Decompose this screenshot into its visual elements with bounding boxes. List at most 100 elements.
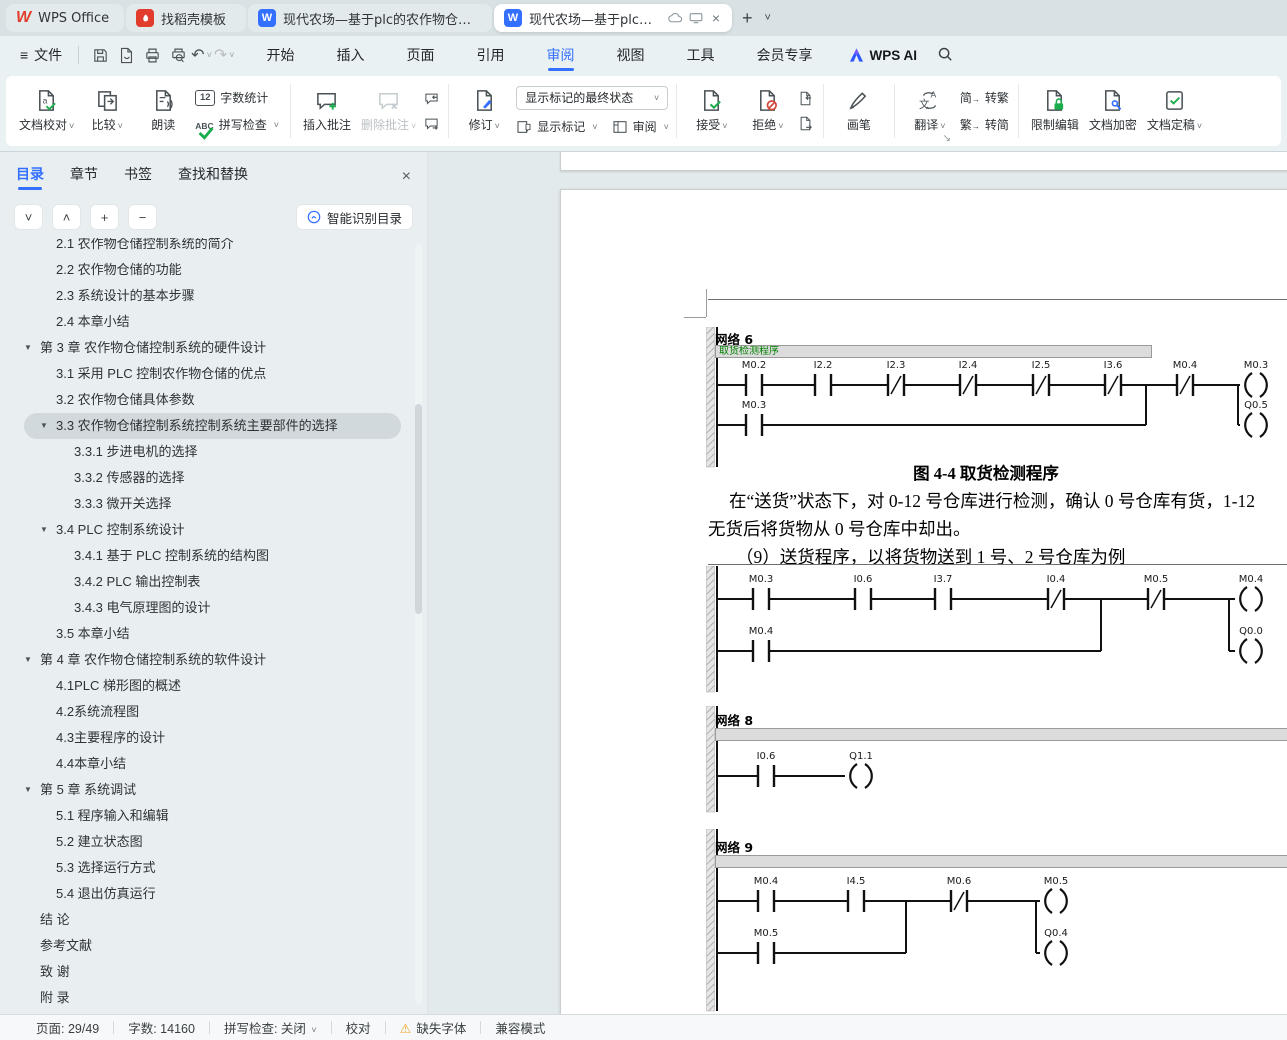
- toc-item[interactable]: ▼ 第 4 章 农作物仓储控制系统的软件设计: [0, 647, 411, 673]
- toc-item[interactable]: 3.4.1 基于 PLC 控制系统的结构图: [0, 543, 411, 569]
- expand-all-button[interactable]: ˅: [14, 204, 43, 230]
- encrypt-document-button[interactable]: 文档加密: [1084, 80, 1142, 142]
- expand-arrow-icon[interactable]: ▼: [24, 777, 40, 803]
- redo-chevron-icon[interactable]: ˅: [227, 50, 236, 60]
- toc-item[interactable]: 3.3.2 传感器的选择: [0, 465, 411, 491]
- tab-list-chevron-icon[interactable]: ˅: [761, 12, 775, 24]
- read-aloud-button[interactable]: 朗读: [135, 80, 191, 142]
- finalize-document-button[interactable]: 文档定稿 ˅: [1142, 80, 1207, 142]
- missing-font-warning[interactable]: ⚠ 缺失字体: [400, 1018, 467, 1037]
- spell-check-button[interactable]: ABC 拼写检查 ˅: [195, 115, 279, 140]
- toc-item[interactable]: 3.3.3 微开关选择: [0, 491, 411, 517]
- markup-state-dropdown[interactable]: 显示标记的最终状态 ˅: [516, 85, 669, 110]
- smart-toc-button[interactable]: 智能识别目录: [295, 204, 413, 230]
- export-pdf-button[interactable]: [113, 43, 139, 67]
- zoom-in-toc-button[interactable]: +: [90, 204, 119, 230]
- tab-document-1[interactable]: W 现代农场—基于plc的农作物仓储控制: [248, 4, 492, 32]
- expand-arrow-icon[interactable]: ▼: [24, 335, 40, 361]
- menu-review[interactable]: 审阅: [545, 37, 577, 73]
- word-count-button[interactable]: 12 字数统计: [195, 88, 279, 108]
- toc-item[interactable]: 2.1 农作物仓储控制系统的简介: [0, 238, 411, 257]
- expand-arrow-icon[interactable]: ▼: [40, 413, 56, 439]
- group-expand-icon[interactable]: ↘: [943, 133, 951, 144]
- sidebar-scrollbar-thumb[interactable]: [415, 404, 422, 614]
- toc-item[interactable]: 4.2系统流程图: [0, 699, 411, 725]
- toc-item[interactable]: 结 论: [0, 907, 411, 933]
- doc-proof-button[interactable]: a 文档校对 ˅: [14, 80, 79, 142]
- menu-home[interactable]: 开始: [265, 37, 297, 73]
- toc-item[interactable]: 3.3.1 步进电机的选择: [0, 439, 411, 465]
- restrict-editing-button[interactable]: 限制编辑: [1026, 80, 1084, 142]
- menu-member[interactable]: 会员专享: [755, 37, 815, 73]
- new-tab-button[interactable]: +: [734, 8, 761, 29]
- show-markup-button[interactable]: 显示标记 ˅: [516, 117, 598, 137]
- toc-item[interactable]: 附 录: [0, 985, 411, 1010]
- undo-chevron-icon[interactable]: ˅: [205, 50, 214, 60]
- cloud-sync-icon[interactable]: [668, 12, 683, 24]
- previous-revision-button[interactable]: [796, 90, 816, 108]
- menu-page[interactable]: 页面: [405, 37, 437, 73]
- expand-arrow-icon[interactable]: ▼: [24, 647, 40, 673]
- menu-tools[interactable]: 工具: [685, 37, 717, 73]
- toc-item[interactable]: 3.1 采用 PLC 控制农作物仓储的优点: [0, 361, 411, 387]
- tab-wps-home[interactable]: W WPS Office: [6, 4, 124, 32]
- toc-item[interactable]: 4.3主要程序的设计: [0, 725, 411, 751]
- review-panel-button[interactable]: 审阅 ˅: [612, 117, 669, 137]
- tab-document-2-active[interactable]: W 现代农场—基于plc的农作物仓 ×: [494, 4, 732, 32]
- simplified-to-traditional-button[interactable]: 简→ 转繁: [960, 88, 1009, 108]
- insert-comment-button[interactable]: 插入批注: [298, 80, 356, 142]
- sidebar-tab-toc[interactable]: 目录: [16, 164, 44, 190]
- word-count-indicator[interactable]: 字数: 14160: [128, 1018, 195, 1037]
- close-sidebar-icon[interactable]: ×: [402, 168, 411, 186]
- toc-item[interactable]: 5.1 程序输入和编辑: [0, 803, 411, 829]
- page-indicator[interactable]: 页面: 29/49: [36, 1018, 99, 1037]
- document-page[interactable]: 图 4-4 取货检测程序 在“送货”状态下，对 0-12 号仓库进行检测，确认 …: [560, 189, 1287, 1014]
- next-revision-button[interactable]: [796, 115, 816, 133]
- save-button[interactable]: [87, 43, 113, 67]
- menu-insert[interactable]: 插入: [335, 37, 367, 73]
- track-changes-button[interactable]: 修订 ˅: [456, 80, 512, 142]
- proofread-button[interactable]: 校对: [346, 1018, 371, 1037]
- toc-item[interactable]: ▼ 第 5 章 系统调试: [0, 777, 411, 803]
- ink-pen-button[interactable]: 画笔: [831, 80, 887, 142]
- sidebar-scrollbar[interactable]: [415, 244, 422, 1004]
- accept-revision-button[interactable]: 接受 ˅: [684, 80, 740, 142]
- toc-item[interactable]: ▼ 3.4 PLC 控制系统设计: [0, 517, 411, 543]
- wps-ai-button[interactable]: WPS AI: [849, 48, 917, 63]
- toc-item[interactable]: 3.5 本章小结: [0, 621, 411, 647]
- toc-item[interactable]: 3.2 农作物仓储具体参数: [0, 387, 411, 413]
- toc-item[interactable]: 2.2 农作物仓储的功能: [0, 257, 411, 283]
- monitor-icon[interactable]: [689, 12, 703, 24]
- menu-view[interactable]: 视图: [615, 37, 647, 73]
- reject-revision-button[interactable]: 拒绝 ˅: [740, 80, 796, 142]
- toc-item[interactable]: 致 谢: [0, 959, 411, 985]
- file-menu-button[interactable]: ≡ 文件: [12, 45, 70, 65]
- toc-item[interactable]: 3.4.2 PLC 输出控制表: [0, 569, 411, 595]
- toc-item[interactable]: 2.3 系统设计的基本步骤: [0, 283, 411, 309]
- search-icon[interactable]: [937, 46, 953, 65]
- print-button[interactable]: [139, 43, 165, 67]
- delete-comment-button[interactable]: 删除批注 ˅: [356, 80, 421, 142]
- tab-docer[interactable]: 找稻壳模板: [126, 4, 246, 32]
- sidebar-tab-bookmark[interactable]: 书签: [124, 164, 152, 190]
- toc-item[interactable]: 参考文献: [0, 933, 411, 959]
- expand-arrow-icon[interactable]: ▼: [40, 517, 56, 543]
- collapse-all-button[interactable]: ˄: [52, 204, 81, 230]
- toc-item[interactable]: ▼ 3.3 农作物仓储控制系统控制系统主要部件的选择: [24, 413, 401, 439]
- toc-item[interactable]: 5.4 退出仿真运行: [0, 881, 411, 907]
- sidebar-tab-find-replace[interactable]: 查找和替换: [178, 164, 248, 190]
- close-tab-icon[interactable]: ×: [710, 10, 722, 26]
- toc-item[interactable]: 3.4.3 电气原理图的设计: [0, 595, 411, 621]
- traditional-to-simplified-button[interactable]: 繁→ 转简: [960, 115, 1009, 135]
- sidebar-tab-chapter[interactable]: 章节: [70, 164, 98, 190]
- next-comment-button[interactable]: [421, 115, 441, 133]
- toc-item[interactable]: 5.2 建立状态图: [0, 829, 411, 855]
- toc-item[interactable]: 5.3 选择运行方式: [0, 855, 411, 881]
- zoom-out-toc-button[interactable]: −: [128, 204, 157, 230]
- toc-item[interactable]: 4.4本章小结: [0, 751, 411, 777]
- undo-button[interactable]: ↶: [191, 45, 204, 65]
- print-preview-button[interactable]: [165, 43, 191, 67]
- toc-item[interactable]: ▼ 第 3 章 农作物仓储控制系统的硬件设计: [0, 335, 411, 361]
- compare-button[interactable]: 比较 ˅: [79, 80, 135, 142]
- toc-item[interactable]: 2.4 本章小结: [0, 309, 411, 335]
